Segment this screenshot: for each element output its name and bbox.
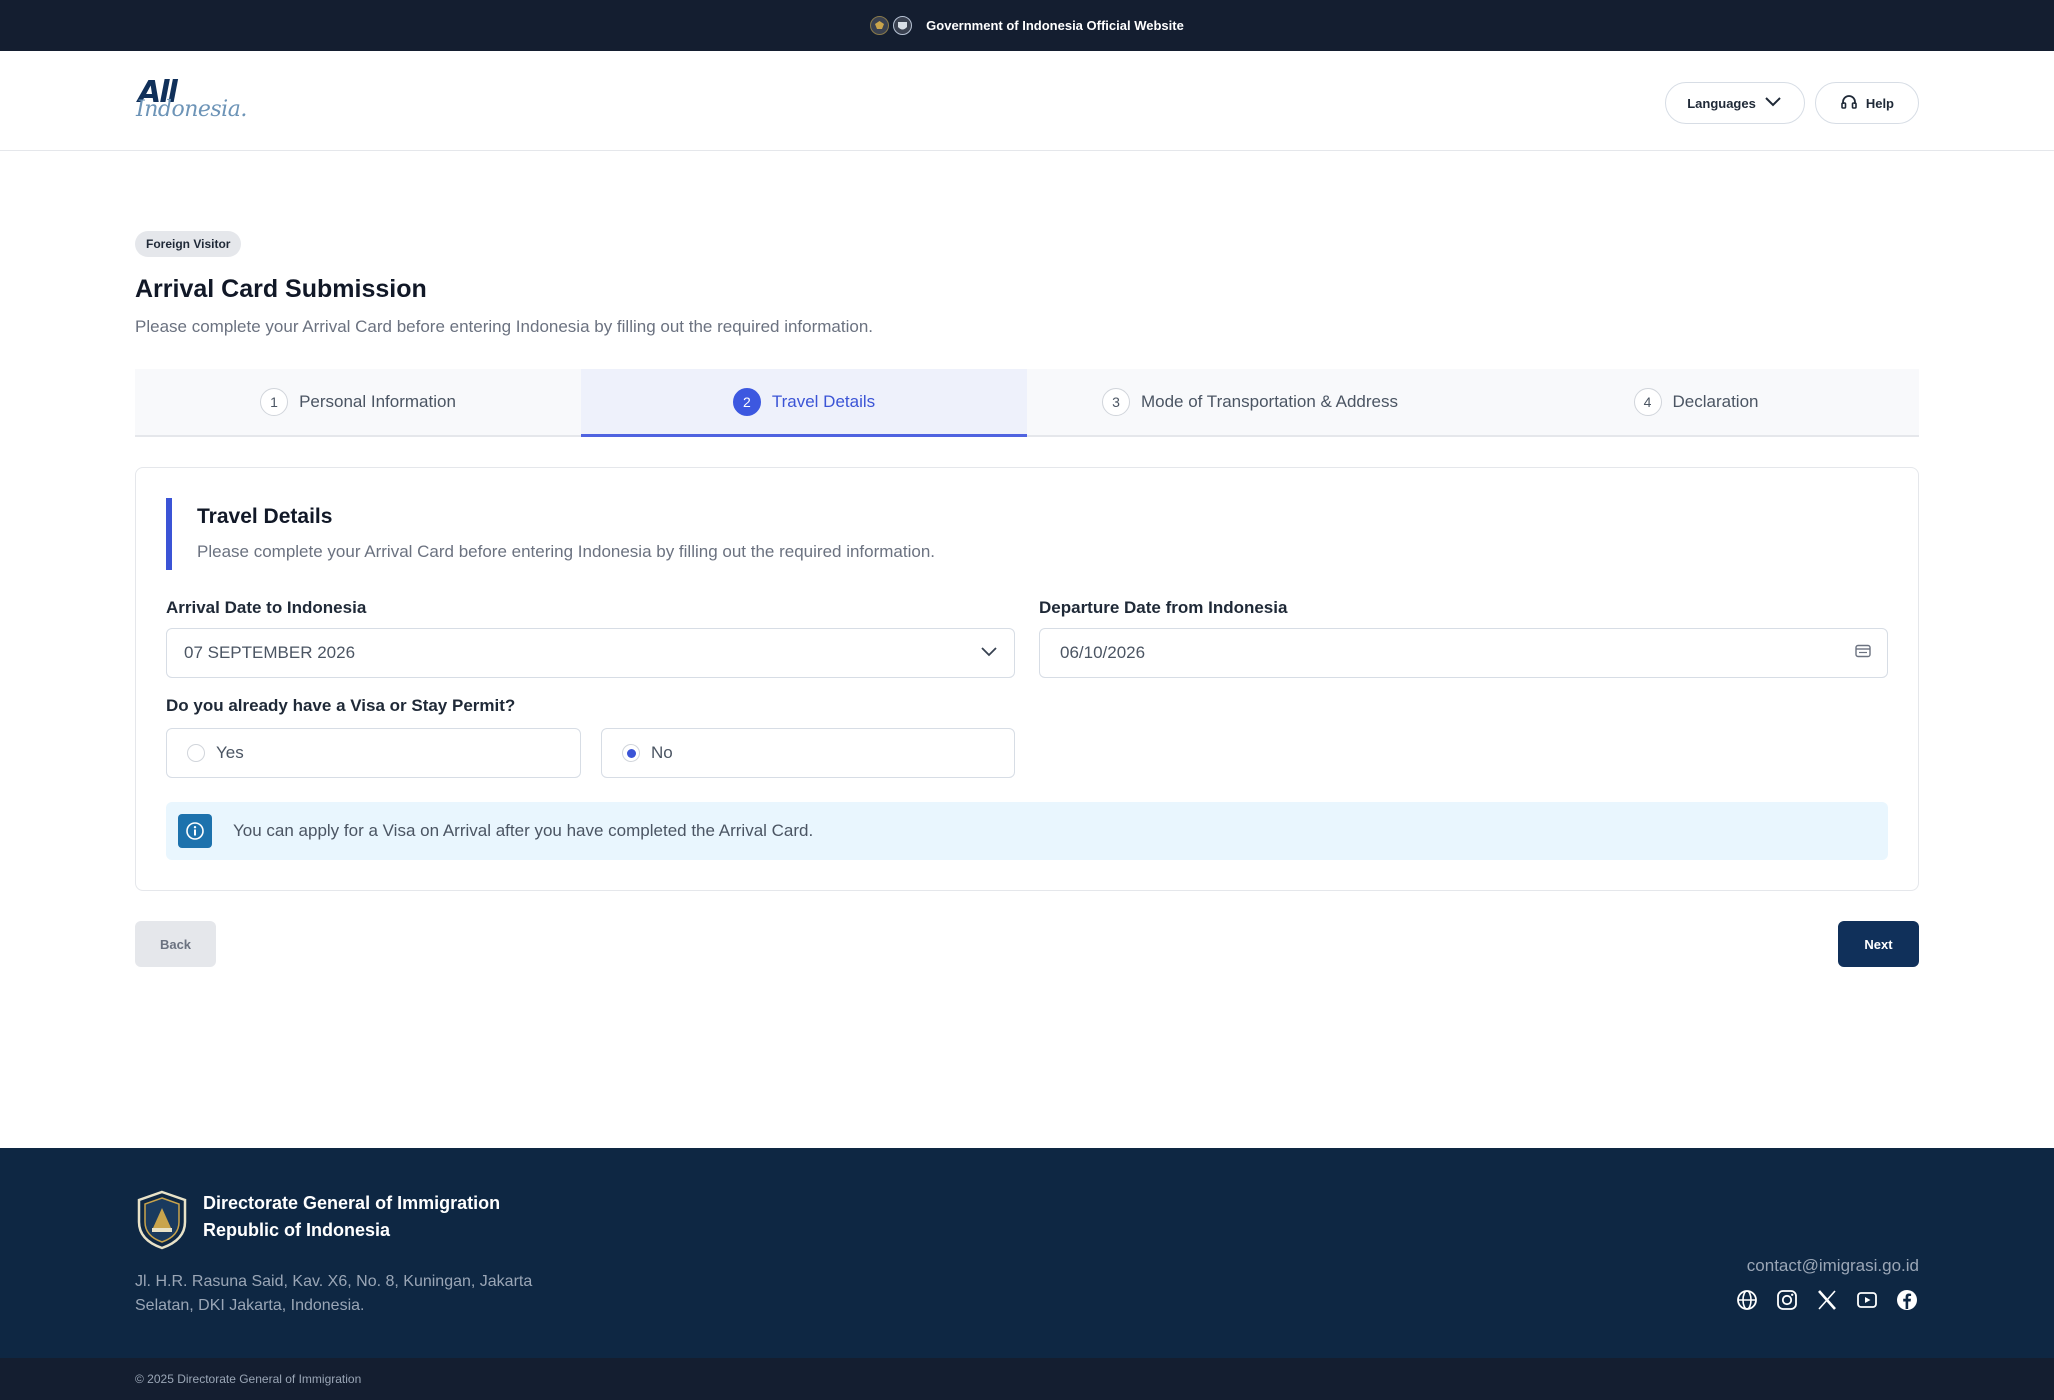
headset-icon <box>1840 93 1858 114</box>
x-icon[interactable] <box>1815 1288 1839 1312</box>
calendar-icon[interactable] <box>1855 643 1871 663</box>
section-header: Travel Details Please complete your Arri… <box>166 498 1166 570</box>
page-subtitle: Please complete your Arrival Card before… <box>135 317 874 336</box>
visa-option-yes-label: Yes <box>216 743 244 762</box>
step-declaration[interactable]: 4 Declaration <box>1473 369 1919 435</box>
info-icon <box>178 814 212 848</box>
copyright-text: © 2025 Directorate General of Immigratio… <box>135 1372 362 1386</box>
arrival-date-select[interactable]: 07 SEPTEMBER 2026 <box>166 628 1015 678</box>
footer-email-link[interactable]: contact@imigrasi.go.id <box>1747 1256 1919 1276</box>
back-button[interactable]: Back <box>135 921 216 967</box>
step-label: Declaration <box>1672 392 1759 411</box>
radio-no[interactable] <box>622 744 640 762</box>
site-header: All Indonesia. Languages Help <box>0 51 2054 151</box>
step-number: 2 <box>732 388 761 416</box>
form-stepper: 1 Personal Information 2 Travel Details … <box>135 369 1919 437</box>
footer-address-line1: Jl. H.R. Rasuna Said, Kav. X6, No. 8, Ku… <box>135 1273 533 1290</box>
facebook-icon[interactable] <box>1895 1288 1919 1312</box>
chevron-down-icon <box>1764 96 1782 111</box>
radio-yes[interactable] <box>187 744 205 762</box>
immigration-crest-icon <box>135 1190 189 1255</box>
info-alert: You can apply for a Visa on Arrival afte… <box>166 802 1888 860</box>
footer-socials <box>1735 1288 1919 1312</box>
footer-org-name: Directorate General of Immigration Repub… <box>203 1190 500 1255</box>
next-button[interactable]: Next <box>1838 921 1919 967</box>
globe-icon[interactable] <box>1735 1288 1759 1312</box>
step-mode-of-transportation[interactable]: 3 Mode of Transportation & Address <box>1027 369 1473 435</box>
youtube-icon[interactable] <box>1855 1288 1879 1312</box>
site-footer: Directorate General of Immigration Repub… <box>0 1148 2054 1358</box>
visa-option-yes[interactable]: Yes <box>166 728 581 778</box>
step-personal-information[interactable]: 1 Personal Information <box>135 369 581 435</box>
departure-date-value: 06/10/2026 <box>1060 643 1146 662</box>
logo-indonesia-text: Indonesia. <box>136 97 247 122</box>
travel-details-card: Travel Details Please complete your Arri… <box>135 467 1919 891</box>
help-button[interactable]: Help <box>1814 82 1919 124</box>
languages-label: Languages <box>1687 95 1756 111</box>
gov-emblems <box>870 16 913 35</box>
step-label: Mode of Transportation & Address <box>1140 392 1399 411</box>
visa-option-no[interactable]: No <box>601 728 1015 778</box>
gov-bar-text: Government of Indonesia Official Website <box>926 18 1184 33</box>
footer-address-line2: Selatan, DKI Jakarta, Indonesia. <box>135 1297 365 1314</box>
visa-option-no-label: No <box>651 743 673 762</box>
instagram-icon[interactable] <box>1775 1288 1799 1312</box>
garuda-emblem-icon <box>870 16 890 35</box>
section-subtitle: Please complete your Arrival Card before… <box>197 542 936 561</box>
languages-button[interactable]: Languages <box>1665 82 1805 124</box>
header-actions: Languages Help <box>1665 82 1919 124</box>
immigration-emblem-icon <box>893 16 913 35</box>
step-label: Personal Information <box>299 392 456 411</box>
all-indonesia-logo[interactable]: All Indonesia. <box>135 73 247 129</box>
visa-question-label: Do you already have a Visa or Stay Permi… <box>166 696 516 715</box>
help-label: Help <box>1865 95 1894 111</box>
departure-date-label: Departure Date from Indonesia <box>1039 598 1288 617</box>
step-number: 4 <box>1633 388 1662 416</box>
visitor-type-badge: Foreign Visitor <box>135 231 242 257</box>
departure-date-input[interactable]: 06/10/2026 <box>1039 628 1888 678</box>
step-travel-details[interactable]: 2 Travel Details <box>581 369 1027 437</box>
page-title: Arrival Card Submission <box>135 275 427 303</box>
footer-org-line1: Directorate General of Immigration <box>203 1193 501 1213</box>
section-title: Travel Details <box>197 505 333 528</box>
footer-brand: Directorate General of Immigration Repub… <box>135 1190 500 1255</box>
step-number: 1 <box>260 388 289 416</box>
step-label: Travel Details <box>771 392 876 411</box>
arrival-date-value: 07 SEPTEMBER 2026 <box>184 643 356 662</box>
footer-org-line2: Republic of Indonesia <box>203 1220 391 1240</box>
arrival-date-label: Arrival Date to Indonesia <box>166 598 367 617</box>
info-text: You can apply for a Visa on Arrival afte… <box>233 821 814 840</box>
chevron-down-icon <box>980 643 998 663</box>
footer-address: Jl. H.R. Rasuna Said, Kav. X6, No. 8, Ku… <box>135 1270 532 1318</box>
step-number: 3 <box>1101 388 1130 416</box>
copyright-bar: © 2025 Directorate General of Immigratio… <box>0 1358 2054 1400</box>
gov-bar: Government of Indonesia Official Website <box>0 0 2054 51</box>
